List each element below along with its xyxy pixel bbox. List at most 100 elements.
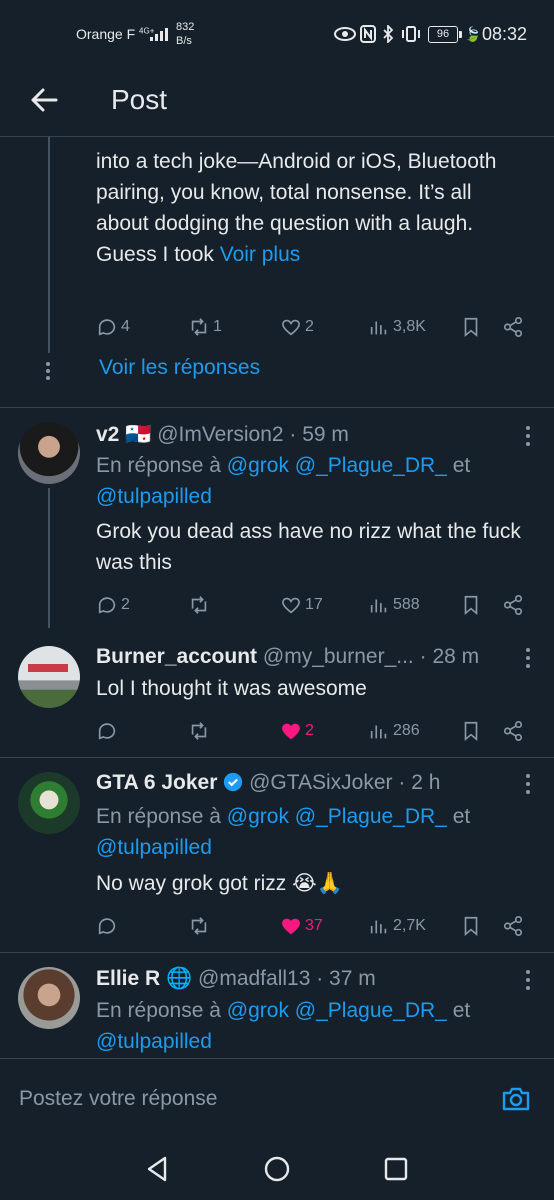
camera-icon[interactable]: [500, 1083, 532, 1115]
bookmark-button[interactable]: [460, 716, 482, 746]
like-button[interactable]: 2: [280, 716, 314, 746]
repost-button[interactable]: [188, 911, 213, 941]
heart-filled-icon: [282, 918, 300, 935]
repost-button[interactable]: [188, 590, 213, 620]
views-button[interactable]: 588: [368, 590, 420, 620]
bookmark-button[interactable]: [460, 911, 482, 941]
share-icon: [503, 317, 523, 337]
avatar[interactable]: [18, 772, 80, 834]
timestamp: · 37 m: [316, 967, 376, 990]
views-icon: [370, 725, 387, 739]
action-bar: 2 17 588: [96, 590, 528, 620]
bookmark-button[interactable]: [460, 590, 482, 620]
repost-icon: [191, 318, 207, 336]
reply-icon: [98, 723, 116, 740]
share-icon: [503, 721, 523, 741]
tweet-text: Lol I thought it was awesome: [96, 677, 367, 700]
action-bar: 37 2,7K: [96, 911, 528, 941]
more-options-icon[interactable]: [524, 426, 532, 450]
timestamp: · 59 m: [289, 423, 349, 446]
page-title: Post: [111, 84, 168, 115]
nav-home-icon[interactable]: [262, 1154, 292, 1184]
repost-icon: [191, 917, 207, 935]
eye-icon: [334, 27, 356, 41]
repost-button[interactable]: [188, 716, 213, 746]
views-button[interactable]: 286: [368, 716, 420, 746]
more-options-icon[interactable]: [524, 970, 532, 994]
bookmark-icon: [464, 916, 478, 937]
leaf-icon: 🍃: [464, 26, 482, 42]
timestamp: · 2 h: [398, 771, 441, 794]
handle[interactable]: @my_burner_...: [263, 645, 414, 668]
handle[interactable]: @madfall13: [198, 967, 310, 990]
reply-header: Burner_account @my_burner_... · 28 m: [96, 642, 516, 672]
views-icon: [370, 920, 387, 934]
more-options-icon[interactable]: [524, 648, 532, 672]
avatar[interactable]: [18, 967, 80, 1029]
avatar[interactable]: [18, 422, 80, 484]
action-bar: 2 286: [96, 716, 528, 746]
like-button[interactable]: 2: [280, 312, 314, 342]
reply-header: v2 🇵🇦 @ImVersion2 · 59 m: [96, 420, 516, 450]
bluetooth-icon: [383, 25, 394, 43]
avatar[interactable]: [18, 646, 80, 708]
tweet-text: No way grok got rizz 😭🙏: [96, 872, 343, 895]
display-name[interactable]: Burner_account: [96, 645, 257, 668]
repost-icon: [191, 596, 207, 614]
nav-recents-icon[interactable]: [381, 1154, 411, 1184]
share-button[interactable]: [502, 312, 524, 342]
tweet-text: Grok you dead ass have no rizz what the …: [96, 520, 521, 574]
reply-header: Ellie R 🌐 @madfall13 · 37 m: [96, 964, 516, 994]
reply-header: GTA 6 Joker @GTASixJoker · 2 h: [96, 768, 516, 798]
views-button[interactable]: 3,8K: [368, 312, 426, 342]
divider: [0, 952, 554, 953]
display-name[interactable]: Ellie R 🌐: [96, 967, 192, 990]
like-button[interactable]: 37: [280, 911, 323, 941]
handle[interactable]: @GTASixJoker: [249, 771, 392, 794]
reply-to-line: En réponse à @grok @_Plague_DR_ et @tulp…: [96, 805, 471, 859]
action-bar: 4 1 2 3,8K: [96, 312, 528, 342]
heart-icon: [282, 319, 300, 336]
more-options-icon[interactable]: [524, 774, 532, 798]
reply-button[interactable]: [96, 911, 121, 941]
divider: [0, 757, 554, 758]
status-bar: Orange F 4G+ 832 B/s 96 🍃 08:32: [0, 0, 554, 70]
reply-button[interactable]: 4: [96, 312, 130, 342]
clock: 08:32: [482, 24, 528, 44]
reply-input[interactable]: Postez votre réponse: [19, 1087, 217, 1111]
share-button[interactable]: [502, 716, 524, 746]
heart-filled-icon: [282, 723, 300, 740]
bookmark-button[interactable]: [460, 312, 482, 342]
like-button[interactable]: 17: [280, 590, 323, 620]
reply-composer: Postez votre réponse: [0, 1058, 554, 1143]
see-more-link[interactable]: Voir plus: [220, 243, 301, 266]
top-bar: Post: [0, 70, 554, 134]
divider: [0, 407, 554, 408]
system-nav-bar: [0, 1142, 554, 1200]
handle[interactable]: @ImVersion2: [157, 423, 283, 446]
repost-icon: [191, 722, 207, 740]
bookmark-icon: [464, 595, 478, 616]
back-arrow-icon[interactable]: [28, 84, 60, 116]
reply-button[interactable]: [96, 716, 121, 746]
share-icon: [503, 595, 523, 615]
share-button[interactable]: [502, 590, 524, 620]
header-divider: [0, 136, 554, 137]
timestamp: · 28 m: [419, 645, 480, 668]
display-name[interactable]: GTA 6 Joker: [96, 771, 217, 794]
nav-back-icon[interactable]: [143, 1154, 173, 1184]
bookmark-icon: [464, 317, 478, 338]
thread-line: [48, 137, 50, 353]
reply-to-line: En réponse à @grok @_Plague_DR_ et @tulp…: [96, 999, 471, 1053]
reply-icon: [98, 918, 116, 935]
reply-button[interactable]: 2: [96, 590, 130, 620]
repost-button[interactable]: 1: [188, 312, 222, 342]
display-name[interactable]: v2 🇵🇦: [96, 423, 151, 446]
share-button[interactable]: [502, 911, 524, 941]
bookmark-icon: [464, 721, 478, 742]
show-replies-link[interactable]: Voir les réponses: [99, 356, 260, 380]
views-icon: [370, 599, 387, 613]
views-button[interactable]: 2,7K: [368, 911, 426, 941]
nfc-icon: [360, 25, 376, 43]
verified-badge-icon: [224, 772, 243, 792]
